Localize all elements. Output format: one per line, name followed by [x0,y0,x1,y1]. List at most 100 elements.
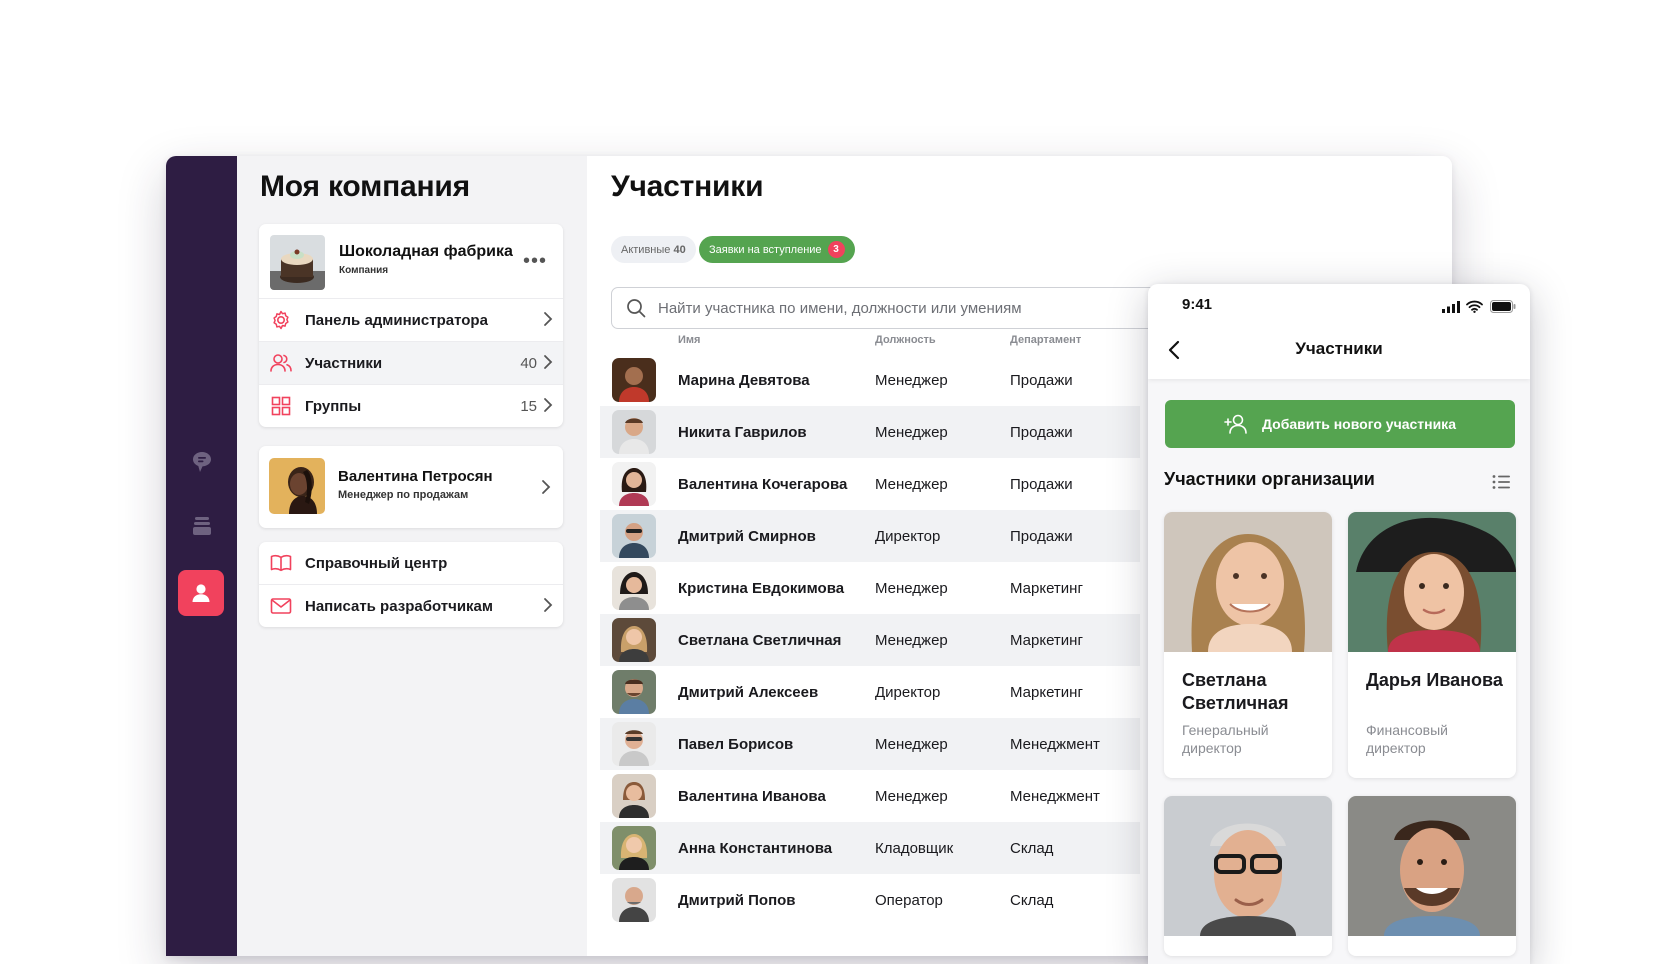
status-time: 9:41 [1182,296,1213,313]
table-row[interactable]: Кристина Евдокимова Менеджер Маркетинг [600,562,1140,614]
member-name: Дмитрий Попов [678,891,796,909]
nav-admin-panel[interactable]: Панель администратора [259,298,563,341]
member-card-name: Светлана Светличная [1182,670,1289,713]
avatar [612,618,656,662]
member-photo [1164,796,1332,936]
nav-members[interactable]: Участники 40 [259,341,563,384]
battery-icon [1490,300,1516,313]
member-position: Менеджер [875,475,948,493]
avatar [612,774,656,818]
table-row[interactable]: Светлана Светличная Менеджер Маркетинг [600,614,1140,666]
member-card[interactable] [1164,796,1332,956]
nav-admin-panel-label: Панель администратора [305,311,488,329]
users-icon [269,351,293,375]
table-row[interactable]: Дмитрий Алексеев Директор Маркетинг [600,666,1140,718]
member-position: Менеджер [875,631,948,649]
avatar [612,358,656,402]
grid-icon [269,394,293,418]
company-type: Компания [339,265,389,276]
member-position: Менеджер [875,787,948,805]
member-name: Марина Девятова [678,371,810,389]
member-position: Менеджер [875,735,948,753]
company-card: Шоколадная фабрика Компания ••• Панель а… [259,224,563,427]
member-name: Кристина Евдокимова [678,579,845,597]
avatar [612,722,656,766]
member-search[interactable]: Найти участника по имени, должности или … [611,287,1173,329]
list-view-icon[interactable] [1492,474,1510,490]
company-name: Шоколадная фабрика [339,243,513,260]
column-header-department[interactable]: Департамент [1010,334,1081,346]
member-card[interactable]: Светлана Светличная Генеральный директор [1164,512,1332,778]
member-card-name: Дарья Иванова [1366,670,1503,690]
write-developers-link[interactable]: Написать разработчикам [259,584,563,627]
nav-members-label: Участники [305,354,383,372]
column-header-position[interactable]: Должность [875,334,936,346]
member-department: Менеджмент [1010,787,1100,805]
company-header[interactable]: Шоколадная фабрика Компания ••• [259,224,563,298]
member-name: Светлана Светличная [678,631,842,649]
member-card[interactable] [1348,796,1516,956]
member-department: Склад [1010,891,1054,909]
help-card: Справочный центр Написать разработчикам [259,542,563,627]
member-name: Анна Константинова [678,839,833,857]
tab-join-requests-label: Заявки на вступление [709,243,822,256]
requests-badge: 3 [827,241,845,258]
signal-icon [1442,301,1460,313]
member-department: Продажи [1010,371,1073,389]
avatar [269,458,325,514]
more-options-icon[interactable]: ••• [523,250,547,273]
tab-join-requests[interactable]: Заявки на вступление 3 [699,236,855,263]
search-icon [627,299,646,318]
member-position: Кладовщик [875,839,954,857]
member-position: Менеджер [875,423,948,441]
member-photo [1348,796,1516,936]
member-name: Дмитрий Алексеев [678,683,819,701]
mobile-title: Участники [1295,339,1383,358]
avatar [612,826,656,870]
member-department: Склад [1010,839,1054,857]
table-row[interactable]: Павел Борисов Менеджер Менеджмент [600,718,1140,770]
member-position: Директор [875,683,941,701]
rail-stack-icon[interactable] [166,504,237,548]
help-center-label: Справочный центр [305,554,448,572]
company-pane: Моя компания Шоколадная фабрика Компания… [237,156,587,956]
help-center-link[interactable]: Справочный центр [259,542,563,584]
tab-active[interactable]: Активные 40 [611,236,696,263]
current-user-name: Валентина Петросян [338,468,493,485]
member-position: Оператор [875,891,943,909]
page-title: Участники [611,170,764,203]
member-position: Директор [875,527,941,545]
table-row[interactable]: Анна Константинова Кладовщик Склад [600,822,1140,874]
tab-active-count: 40 [673,243,686,256]
table-row[interactable]: Валентина Иванова Менеджер Менеджмент [600,770,1140,822]
nav-groups-label: Группы [305,397,362,415]
member-name: Павел Борисов [678,735,794,753]
member-card-role: Генеральный директор [1182,722,1269,756]
chevron-right-icon [544,355,553,369]
member-department: Продажи [1010,423,1073,441]
write-developers-label: Написать разработчикам [305,597,493,615]
member-department: Маркетинг [1010,579,1083,597]
member-department: Маркетинг [1010,631,1083,649]
chevron-right-icon [544,312,553,326]
member-search-input[interactable]: Найти участника по имени, должности или … [658,300,1022,317]
table-row[interactable]: Валентина Кочегарова Менеджер Продажи [600,458,1140,510]
member-card[interactable]: Дарья Иванова Финансовый директор [1348,512,1516,778]
rail-profile-icon[interactable] [178,570,224,616]
member-name: Дмитрий Смирнов [678,527,816,545]
avatar [612,462,656,506]
table-row[interactable]: Никита Гаврилов Менеджер Продажи [600,406,1140,458]
table-row[interactable]: Марина Девятова Менеджер Продажи [600,354,1140,406]
gear-icon [269,308,293,332]
current-user-card[interactable]: Валентина Петросян Менеджер по продажам [259,446,563,528]
column-header-name[interactable]: Имя [678,334,700,346]
org-members-title: Участники организации [1164,469,1375,489]
rail-chat-icon[interactable] [166,440,237,484]
add-member-button[interactable]: Добавить нового участника [1165,400,1515,448]
table-row[interactable]: Дмитрий Попов Оператор Склад [600,874,1140,926]
nav-groups[interactable]: Группы 15 [259,384,563,427]
mobile-screen: 9:41 Участники Добавить нового участника… [1148,284,1530,964]
table-row[interactable]: Дмитрий Смирнов Директор Продажи [600,510,1140,562]
avatar [612,878,656,922]
app-rail [166,156,237,956]
